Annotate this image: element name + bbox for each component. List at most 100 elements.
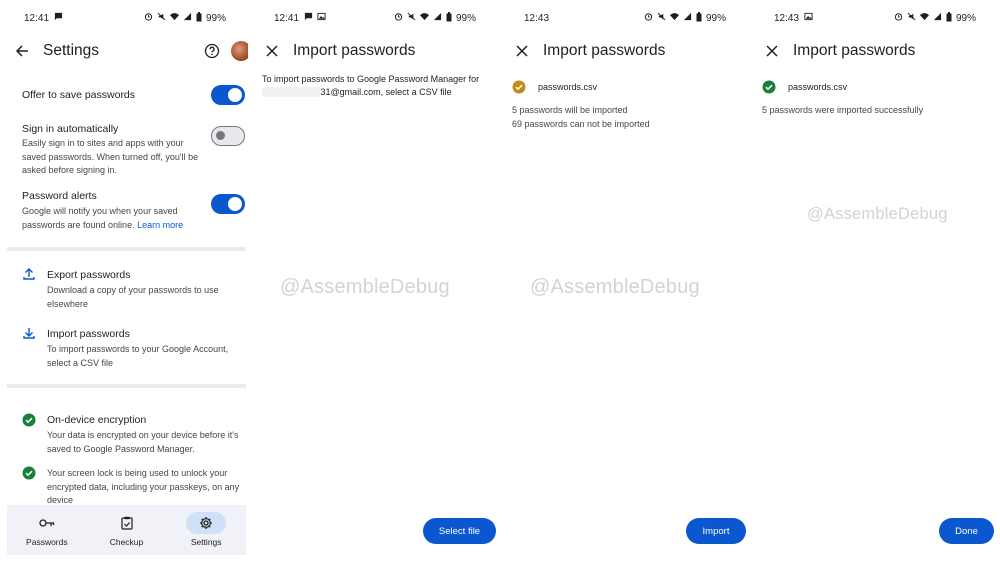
mute-icon	[657, 12, 666, 24]
alarm-icon	[394, 12, 403, 24]
signal-icon	[183, 12, 192, 24]
encryption-subtitle: Your data is encrypted on your device be…	[47, 430, 239, 454]
page-title: Settings	[43, 42, 100, 59]
bottom-navigation: Passwords Checkup Settings	[7, 505, 246, 555]
nav-passwords[interactable]: Passwords	[7, 505, 87, 555]
close-icon[interactable]	[514, 43, 530, 59]
key-icon	[27, 512, 67, 534]
check-circle-icon	[22, 413, 36, 427]
battery-icon	[946, 11, 952, 25]
nav-checkup[interactable]: Checkup	[87, 505, 167, 555]
learn-more-link[interactable]: Learn more	[137, 220, 183, 230]
page-title: Import passwords	[793, 42, 916, 59]
setting-offer-save-title: Offer to save passwords	[22, 89, 136, 101]
mute-icon	[407, 12, 416, 24]
clipboard-check-icon	[107, 512, 147, 534]
export-title: Export passwords	[47, 269, 131, 281]
mute-icon	[157, 12, 166, 24]
cannot-import-count: 69 passwords can not be imported	[512, 119, 650, 129]
page-title: Import passwords	[543, 42, 666, 59]
toggle-knob	[228, 88, 242, 102]
import-success-screen: 12:43 99% Import passwords passwords.csv…	[750, 0, 998, 563]
message-icon	[304, 12, 313, 24]
nav-settings-label: Settings	[190, 537, 222, 547]
export-subtitle: Download a copy of your passwords to use…	[47, 285, 219, 309]
status-bar: 12:41 99%	[250, 0, 498, 36]
encryption-title: On-device encryption	[47, 414, 147, 426]
close-icon[interactable]	[264, 43, 280, 59]
watermark: @AssembleDebug	[280, 276, 450, 298]
close-icon[interactable]	[764, 43, 780, 59]
settings-screen: 12:41 99% Settings Offer to save passwor…	[0, 0, 248, 563]
signal-icon	[933, 12, 942, 24]
setting-auto-signin-title: Sign in automatically	[22, 123, 119, 135]
toggle-knob	[228, 197, 242, 211]
redacted-email: xxxxxxxxxxxxx	[262, 87, 321, 97]
done-button[interactable]: Done	[939, 518, 994, 544]
alarm-icon	[144, 12, 153, 24]
intro-line: To import passwords to Google Password M…	[262, 74, 480, 84]
nav-settings[interactable]: Settings	[166, 505, 246, 555]
mute-icon	[907, 12, 916, 24]
select-file-button[interactable]: Select file	[423, 518, 496, 544]
auto-signin-toggle[interactable]	[211, 126, 245, 146]
file-name: passwords.csv	[788, 82, 848, 92]
message-icon	[54, 12, 63, 24]
battery-level: 99%	[955, 12, 976, 24]
battery-icon	[696, 11, 702, 25]
import-subtitle: To import passwords to your Google Accou…	[47, 344, 229, 368]
import-instructions: To import passwords to Google Password M…	[262, 73, 494, 99]
intro-email-line: 31@gmail.com, select a CSV file	[320, 87, 452, 97]
app-bar: Import passwords	[750, 36, 998, 66]
setting-password-alerts-subtitle: Google will notify you when your saved p…	[22, 205, 204, 232]
import-success-message: 5 passwords were imported successfully	[762, 105, 924, 115]
check-circle-icon	[762, 80, 776, 94]
check-circle-icon	[22, 466, 36, 480]
signal-icon	[433, 12, 442, 24]
status-time: 12:41	[274, 12, 300, 24]
gear-icon	[186, 512, 227, 534]
section-divider	[7, 247, 246, 251]
battery-icon	[196, 11, 202, 25]
import-title: Import passwords	[47, 328, 130, 340]
section-divider	[7, 384, 246, 388]
page-title: Import passwords	[293, 42, 416, 59]
avatar[interactable]	[231, 41, 248, 61]
toggle-knob	[216, 131, 225, 140]
status-bar: 12:43 99%	[750, 0, 998, 36]
wifi-icon	[669, 12, 679, 24]
status-bar: 12:43 99%	[500, 0, 748, 36]
screen-lock-subtitle: Your screen lock is being used to unlock…	[47, 468, 240, 505]
alarm-icon	[894, 12, 903, 24]
app-bar: Import passwords	[500, 36, 748, 66]
setting-password-alerts-title: Password alerts	[22, 190, 97, 202]
import-button[interactable]: Import	[686, 518, 746, 544]
battery-level: 99%	[205, 12, 226, 24]
gallery-icon	[317, 12, 326, 24]
status-time: 12:41	[24, 12, 50, 24]
wifi-icon	[419, 12, 429, 24]
will-import-count: 5 passwords will be imported	[512, 105, 628, 115]
help-icon[interactable]	[204, 43, 220, 64]
import-preview-screen: 12:43 99% Import passwords passwords.csv…	[500, 0, 748, 563]
nav-passwords-label: Passwords	[26, 537, 68, 547]
upload-icon	[23, 268, 35, 280]
status-time: 12:43	[774, 12, 800, 24]
alarm-icon	[644, 12, 653, 24]
status-time: 12:43	[524, 12, 550, 24]
import-select-screen: 12:41 99% Import passwords To import pas…	[250, 0, 498, 563]
back-arrow-icon[interactable]	[14, 43, 30, 59]
wifi-icon	[919, 12, 929, 24]
battery-icon	[446, 11, 452, 25]
file-name: passwords.csv	[538, 82, 598, 92]
battery-level: 99%	[705, 12, 726, 24]
watermark: @AssembleDebug	[807, 205, 948, 223]
setting-auto-signin-subtitle: Easily sign in to sites and apps with yo…	[22, 138, 199, 175]
signal-icon	[683, 12, 692, 24]
wifi-icon	[169, 12, 179, 24]
file-row: passwords.csv	[762, 80, 847, 94]
password-alerts-toggle[interactable]	[211, 194, 245, 214]
app-bar: Import passwords	[250, 36, 498, 66]
offer-save-toggle[interactable]	[211, 85, 245, 105]
gallery-icon	[804, 12, 813, 24]
